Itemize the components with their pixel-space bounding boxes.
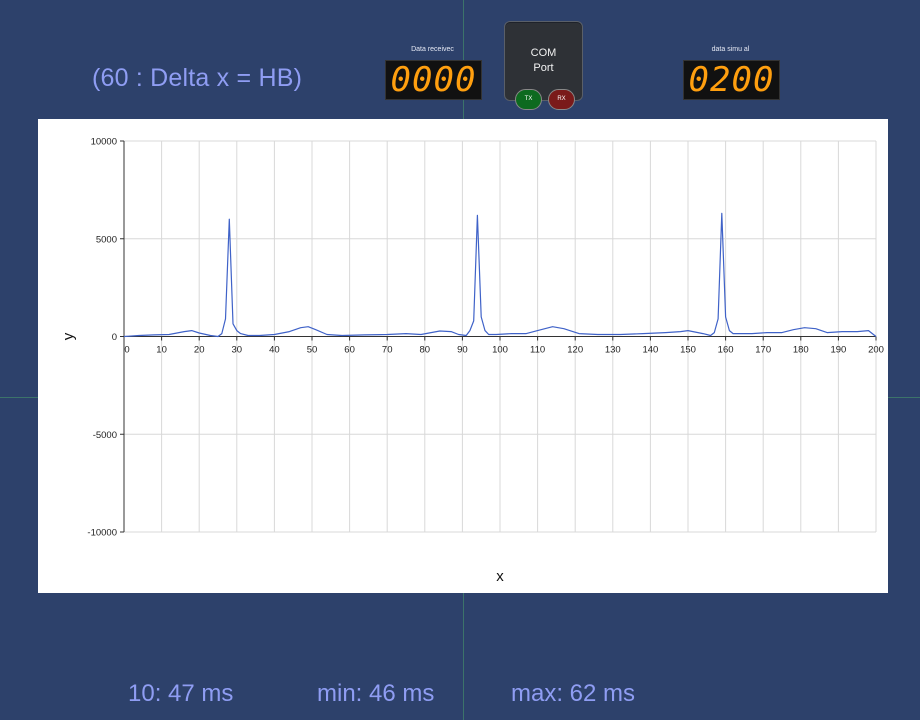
- x-tick-label: 120: [567, 345, 583, 356]
- chart-panel: 10000 5000 0 -5000 -10000 0 10 20 30 40 50 60 70 80 90…: [38, 119, 888, 593]
- com-port-subtitle: Port: [533, 62, 554, 74]
- x-tick-label: 100: [492, 345, 508, 356]
- x-tick-label: 30: [232, 345, 243, 356]
- x-tick-label: 180: [793, 345, 809, 356]
- x-tick-label: 160: [718, 345, 734, 356]
- y-tick-label: 0: [112, 332, 117, 343]
- simulated-value: 0200: [683, 60, 780, 100]
- com-port-text: COM Port: [505, 46, 582, 76]
- formula-label: (60 : Delta x = HB): [92, 64, 303, 92]
- x-tick-label: 110: [530, 345, 545, 356]
- y-axis-label: y: [60, 332, 77, 340]
- y-tick-label: -10000: [87, 528, 117, 539]
- x-tick-label: 150: [680, 345, 696, 356]
- stat-ten: 10: 47 ms: [128, 680, 234, 707]
- simulated-label: data simu al: [711, 46, 750, 53]
- x-tick-label: 170: [755, 345, 771, 356]
- com-port-button[interactable]: COM Port TX RX: [504, 21, 583, 110]
- x-tick-label: 140: [642, 345, 658, 356]
- x-tick-label: 90: [457, 345, 468, 356]
- tx-indicator-icon: TX: [515, 89, 542, 110]
- x-tick-label: 190: [830, 345, 846, 356]
- x-tick-label: 50: [307, 345, 318, 356]
- line-chart: 10000 5000 0 -5000 -10000 0 10 20 30 40 50 60 70 80 90…: [60, 137, 884, 586]
- x-tick-label: 60: [344, 345, 355, 356]
- y-tick-label: -5000: [93, 430, 117, 441]
- stat-max: max: 62 ms: [511, 680, 636, 707]
- y-tick-label: 5000: [96, 234, 117, 245]
- received-display: Data receivec 0000: [385, 46, 482, 102]
- x-tick-label: 0: [124, 345, 129, 356]
- com-port-title: COM: [530, 47, 557, 59]
- received-label: Data receivec: [411, 46, 454, 53]
- x-tick-label: 70: [382, 345, 393, 356]
- x-tick-label: 40: [269, 345, 280, 356]
- x-tick-label: 80: [420, 345, 431, 356]
- simulated-display: data simu al 0200: [683, 46, 780, 102]
- y-tick-label: 10000: [91, 137, 117, 148]
- stat-min: min: 46 ms: [317, 680, 435, 707]
- x-tick-label: 130: [605, 345, 621, 356]
- x-tick-label: 10: [156, 345, 167, 356]
- x-axis-label: x: [496, 568, 504, 585]
- x-tick-label: 20: [194, 345, 205, 356]
- x-tick-label: 200: [868, 345, 884, 356]
- rx-indicator-icon: RX: [548, 89, 575, 110]
- received-value: 0000: [385, 60, 482, 100]
